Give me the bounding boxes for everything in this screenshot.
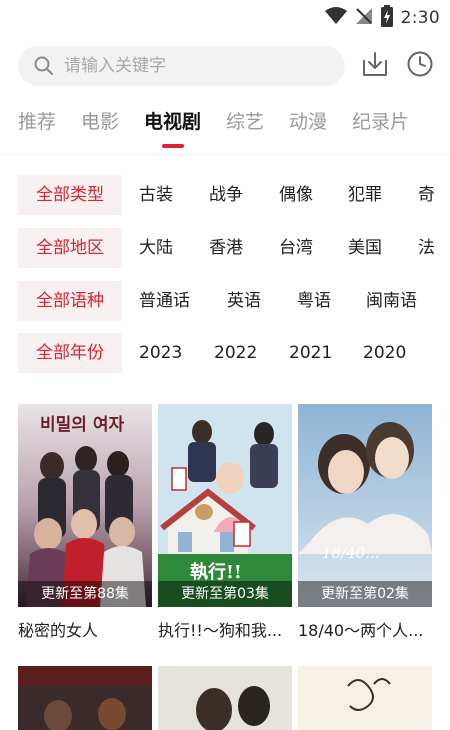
filter-row-type: 全部类型 古装 战争 偶像 犯罪 奇 (18, 175, 450, 215)
signal-icon (355, 7, 373, 29)
search-input[interactable] (64, 52, 334, 80)
divider (0, 154, 450, 155)
tab-movie[interactable]: 电影 (81, 104, 119, 140)
poster-image (158, 666, 292, 730)
poster-title-text: 비밀의 여자 (40, 415, 125, 435)
filter-option[interactable]: 法 (418, 228, 435, 268)
filter-option[interactable]: 闽南语 (366, 281, 417, 321)
tab-variety[interactable]: 综艺 (226, 104, 264, 140)
video-card[interactable]: 비밀의 여자 更新至第88集 秘密的女人 (18, 404, 152, 641)
filter-row-region: 全部地区 大陆 香港 台湾 美国 法 (18, 228, 450, 268)
search-row (18, 46, 438, 86)
status-bar: 2:30 (0, 0, 450, 36)
filter-option[interactable]: 美国 (348, 228, 382, 268)
download-icon (361, 50, 389, 82)
filter-option[interactable]: 2023 (139, 333, 182, 373)
video-card[interactable] (158, 666, 292, 730)
episode-badge: 更新至第02集 (298, 581, 432, 607)
filter-option[interactable]: 香港 (209, 228, 243, 268)
poster-image: 18/40... 更新至第02集 (298, 404, 432, 607)
episode-badge: 更新至第88集 (18, 581, 152, 607)
filter-option[interactable]: 战争 (209, 175, 243, 215)
card-title: 18/40～两个人... (298, 621, 424, 640)
filter-all-type[interactable]: 全部类型 (18, 175, 122, 215)
filter-option[interactable]: 普通话 (139, 281, 190, 321)
filter-all-language[interactable]: 全部语种 (18, 281, 122, 321)
filter-option[interactable]: 古装 (139, 175, 173, 215)
filter-row-language: 全部语种 普通话 英语 粤语 闽南语 (18, 281, 450, 321)
search-box[interactable] (18, 46, 345, 86)
filter-all-year[interactable]: 全部年份 (18, 333, 122, 373)
video-card[interactable] (298, 666, 432, 730)
video-card[interactable]: 執行!! 更新至第03集 执行!!～狗和我... (158, 404, 292, 641)
video-card[interactable]: 18/40... 更新至第02集 18/40～两个人... (298, 404, 432, 641)
filter-option[interactable]: 大陆 (139, 228, 173, 268)
category-tabs: 推荐 电影 电视剧 综艺 动漫 纪录片 (0, 104, 450, 148)
poster-image: 비밀의 여자 更新至第88集 (18, 404, 152, 607)
poster-image (18, 666, 152, 730)
poster-title-text: 18/40... (322, 544, 380, 562)
filter-option[interactable]: 粤语 (297, 281, 331, 321)
episode-badge: 更新至第03集 (158, 581, 292, 607)
filter-option[interactable]: 英语 (227, 281, 261, 321)
poster-image: 執行!! 更新至第03集 (158, 404, 292, 607)
card-title: 秘密的女人 (18, 621, 99, 640)
tab-tv-series[interactable]: 电视剧 (144, 104, 201, 140)
filter-row-year: 全部年份 2023 2022 2021 2020 (18, 333, 450, 373)
wifi-icon (324, 7, 347, 29)
battery-icon (380, 5, 393, 31)
tab-recommend[interactable]: 推荐 (18, 104, 56, 140)
filter-option[interactable]: 犯罪 (348, 175, 382, 215)
poster-image (298, 666, 432, 730)
filter-option[interactable]: 台湾 (279, 228, 313, 268)
tab-documentary[interactable]: 纪录片 (352, 104, 409, 140)
filter-option[interactable]: 奇 (418, 175, 435, 215)
filter-option[interactable]: 2021 (289, 333, 332, 373)
history-clock-icon (406, 50, 434, 82)
active-tab-indicator (162, 144, 184, 148)
tab-anime[interactable]: 动漫 (289, 104, 327, 140)
filter-all-region[interactable]: 全部地区 (18, 228, 122, 268)
search-icon (34, 56, 54, 76)
filter-option[interactable]: 2022 (214, 333, 257, 373)
filter-option[interactable]: 偶像 (279, 175, 313, 215)
history-button[interactable] (404, 50, 436, 82)
video-card[interactable] (18, 666, 152, 730)
card-title: 执行!!～狗和我... (158, 621, 283, 640)
status-time: 2:30 (400, 8, 440, 28)
filter-option[interactable]: 2020 (363, 333, 406, 373)
download-button[interactable] (359, 50, 391, 82)
